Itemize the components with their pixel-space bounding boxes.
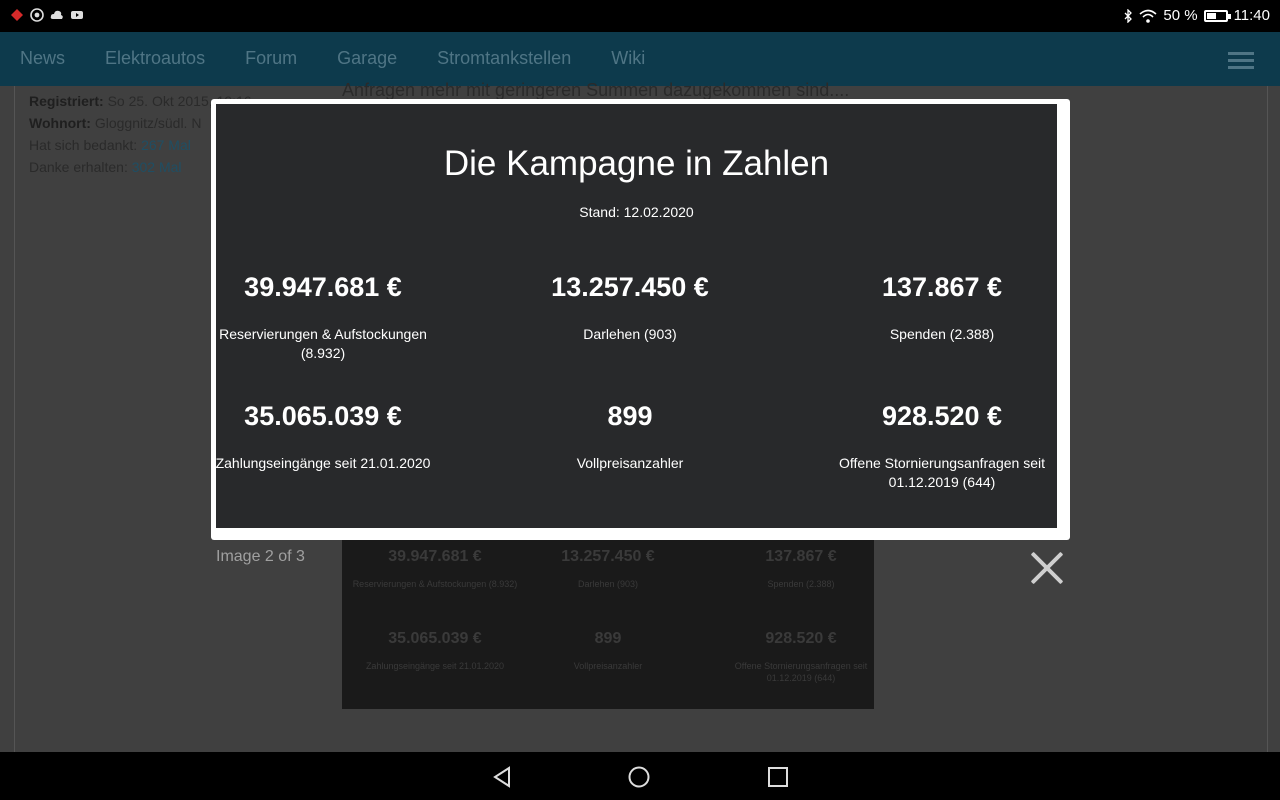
nav-item-wiki[interactable]: Wiki bbox=[611, 48, 645, 69]
nav-item-stromtankstellen[interactable]: Stromtankstellen bbox=[437, 48, 571, 69]
stat-payments: 35.065.039 € Zahlungseingänge seit 21.01… bbox=[208, 401, 438, 473]
infographic-title: Die Kampagne in Zahlen bbox=[443, 144, 830, 183]
close-icon[interactable] bbox=[1030, 551, 1064, 585]
stat-label: Offene Stornierungsanfragen seit 01.12.2… bbox=[839, 455, 1045, 490]
stat-donations: 137.867 € Spenden (2.388) bbox=[827, 272, 1057, 344]
lightbox-caption: Image 2 of 3 bbox=[216, 548, 305, 565]
app-notification-icon bbox=[11, 9, 23, 21]
stat-value: 137.867 € bbox=[881, 272, 1003, 302]
stat-loans: 13.257.450 € Darlehen (903) bbox=[515, 272, 745, 344]
ghost-stat: 13.257.450 € Darlehen (903) bbox=[561, 548, 655, 589]
stat-value: 35.065.039 € bbox=[244, 401, 402, 431]
back-icon[interactable] bbox=[491, 766, 513, 788]
thanks-link[interactable]: 302 Mal bbox=[132, 159, 182, 175]
post-text: Anfragen mehr mit geringeren Summen dazu… bbox=[342, 80, 850, 100]
cloud-icon bbox=[50, 10, 63, 19]
thanked-link[interactable]: 267 Mal bbox=[141, 137, 191, 153]
status-bar: 50 % 11:40 bbox=[0, 0, 1280, 32]
ghost-stat: 39.947.681 € Reservierungen & Aufstockung… bbox=[352, 548, 518, 589]
bluetooth-icon bbox=[1124, 8, 1133, 23]
stat-label: Zahlungseingänge seit 21.01.2020 bbox=[215, 455, 431, 471]
lightbox-image-frame[interactable]: Die Kampagne in Zahlen Stand: 12.02.2020… bbox=[211, 99, 1070, 540]
nav-item-news[interactable]: News bbox=[20, 48, 65, 69]
stat-reservations: 39.947.681 € Reservierungen & Aufstockun… bbox=[208, 272, 438, 363]
nav-item-forum[interactable]: Forum bbox=[245, 48, 297, 69]
infographic: Die Kampagne in Zahlen Stand: 12.02.2020… bbox=[216, 104, 1057, 528]
stat-label: Vollpreisanzahler bbox=[576, 455, 684, 471]
battery-icon bbox=[1203, 9, 1231, 22]
stat-value: 899 bbox=[607, 401, 653, 431]
ghost-stat: 137.867 € Spenden (2.388) bbox=[765, 548, 837, 589]
nav-item-garage[interactable]: Garage bbox=[337, 48, 397, 69]
nav-menu: News Elektroautos Forum Garage Stromtank… bbox=[20, 48, 645, 69]
stat-label: Darlehen (903) bbox=[583, 326, 677, 342]
notification-icons bbox=[10, 8, 84, 22]
wifi-icon bbox=[1139, 9, 1157, 23]
ghost-stat: 899 Vollpreisanzahler bbox=[573, 630, 643, 671]
stat-label: Spenden (2.388) bbox=[889, 326, 995, 342]
ghost-stat: 35.065.039 € Zahlungseingänge seit 21.01.… bbox=[365, 630, 505, 671]
stat-full-payers: 899 Vollpreisanzahler bbox=[515, 401, 745, 473]
recents-icon[interactable] bbox=[767, 766, 789, 788]
post-image[interactable]: 39.947.681 € Reservierungen & Aufstockung… bbox=[342, 540, 874, 709]
system-indicators: 50 % 11:40 bbox=[1123, 7, 1270, 24]
stat-label: Reservierungen & Aufstockungen (8.932) bbox=[219, 326, 427, 361]
home-icon[interactable] bbox=[628, 766, 650, 788]
youtube-icon bbox=[71, 11, 83, 19]
ghost-stat: 928.520 € Offene Stornierungsanfragen sei… bbox=[734, 630, 868, 683]
infographic-date: Stand: 12.02.2020 bbox=[579, 204, 694, 220]
battery-percent: 50 % bbox=[1163, 7, 1198, 24]
stat-value: 928.520 € bbox=[881, 401, 1003, 431]
stat-value: 13.257.450 € bbox=[551, 272, 709, 302]
clock: 11:40 bbox=[1233, 7, 1270, 24]
hamburger-menu-icon[interactable] bbox=[1228, 52, 1254, 70]
system-nav-bar bbox=[0, 752, 1280, 800]
stat-value: 39.947.681 € bbox=[244, 272, 402, 302]
nav-item-elektroautos[interactable]: Elektroautos bbox=[105, 48, 205, 69]
site-navbar: News Elektroautos Forum Garage Stromtank… bbox=[0, 32, 1280, 86]
battery-level bbox=[1206, 12, 1216, 19]
chrome-icon bbox=[30, 8, 44, 22]
stat-cancellations: 928.520 € Offene Stornierungsanfragen se… bbox=[827, 401, 1057, 492]
